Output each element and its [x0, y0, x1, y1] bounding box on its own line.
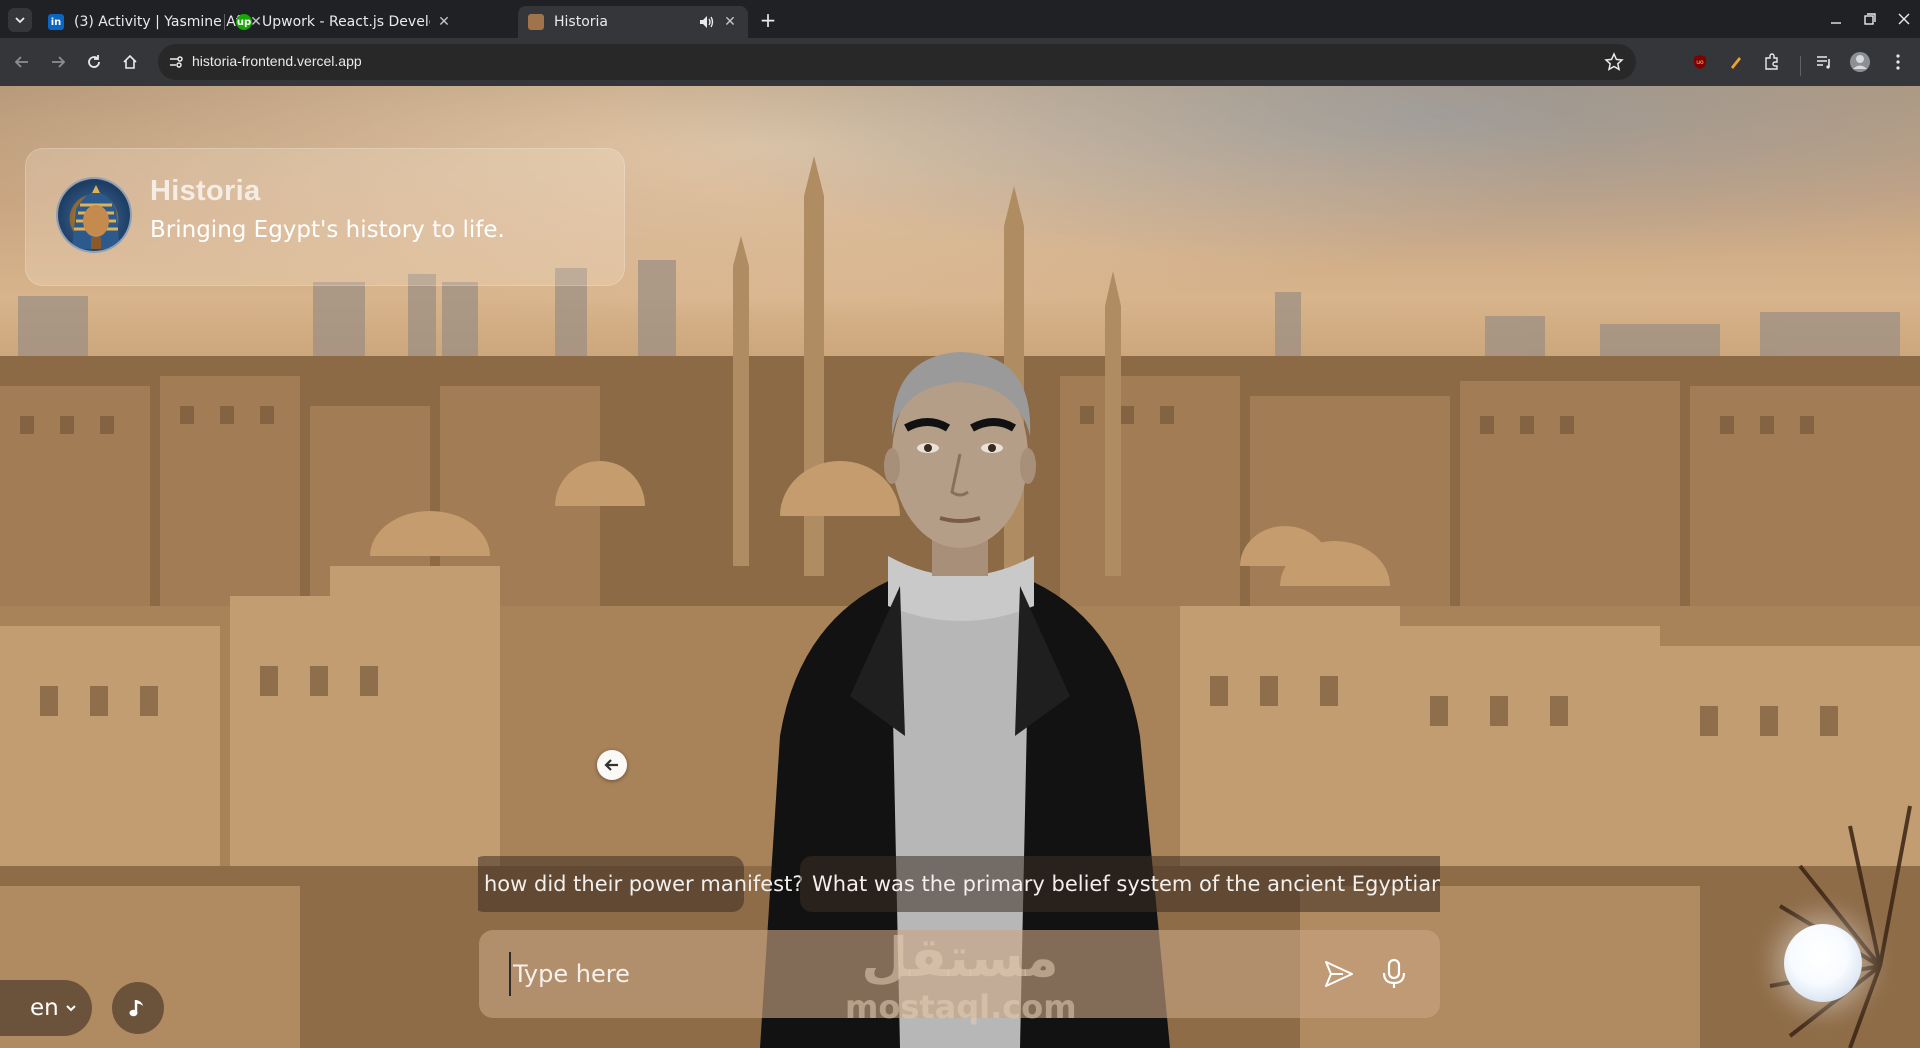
restore-icon — [1864, 13, 1876, 25]
arrow-right-icon — [52, 56, 66, 68]
arrow-left-icon — [14, 56, 28, 68]
profile-button[interactable] — [1848, 50, 1872, 74]
site-info-icon[interactable] — [168, 54, 184, 70]
chat-input[interactable] — [509, 952, 1289, 996]
home-button[interactable] — [118, 50, 142, 74]
address-bar[interactable]: historia-frontend.vercel.app — [158, 44, 1636, 80]
close-icon — [1898, 13, 1910, 25]
media-queue-icon — [1817, 56, 1830, 69]
extension-ublock-button[interactable]: uo — [1688, 50, 1712, 74]
mic-button[interactable] — [1374, 954, 1414, 994]
tab-title: (3) Activity | Yasmine Afi — [74, 14, 242, 30]
suggested-questions: how did their power manifest? What was t… — [478, 856, 1440, 912]
suggestion-chip[interactable]: how did their power manifest? — [478, 856, 803, 912]
puzzle-icon — [1765, 53, 1778, 70]
reload-button[interactable] — [82, 50, 106, 74]
assistant-orb-button[interactable] — [1784, 924, 1862, 1002]
suggestion-chip[interactable]: What was the primary belief system of th… — [800, 856, 1440, 912]
close-icon[interactable]: ✕ — [722, 14, 738, 30]
send-button[interactable] — [1319, 954, 1359, 994]
back-arrow-button[interactable] — [597, 750, 627, 780]
language-selector[interactable]: en — [0, 980, 92, 1036]
tab-upwork[interactable]: up Upwork - React.js Develo ✕ — [226, 6, 462, 38]
toolbar-separator — [1800, 56, 1801, 76]
url-text: historia-frontend.vercel.app — [192, 53, 362, 69]
music-note-icon — [129, 1000, 143, 1017]
brand-header: Historia Bringing Egypt's history to lif… — [25, 148, 625, 286]
microphone-icon — [1382, 958, 1406, 988]
chat-bar — [479, 930, 1440, 1018]
home-icon — [123, 54, 137, 69]
back-button[interactable] — [10, 50, 34, 74]
pen-icon — [1731, 57, 1741, 69]
historia-page: Historia Bringing Egypt's history to lif… — [0, 86, 1920, 1048]
minimize-icon — [1831, 22, 1841, 24]
kebab-menu-icon — [1896, 54, 1900, 70]
close-window-button[interactable] — [1890, 6, 1918, 32]
chevron-down-icon — [15, 17, 25, 24]
tab-search-button[interactable] — [8, 8, 32, 32]
extension-pen-button[interactable] — [1724, 50, 1748, 74]
historia-icon — [528, 14, 544, 30]
palm-plant-decoration — [1769, 805, 1912, 1048]
svg-text:uo: uo — [1696, 59, 1704, 66]
extensions-button[interactable] — [1760, 50, 1784, 74]
arrow-left-icon — [604, 759, 618, 771]
language-value: en — [30, 995, 59, 1021]
music-toggle-button[interactable] — [112, 982, 164, 1034]
tab-title: Upwork - React.js Develo — [262, 14, 430, 30]
browser-toolbar: historia-frontend.vercel.app uo — [0, 38, 1920, 86]
close-icon[interactable]: ✕ — [436, 14, 452, 30]
chevron-down-icon — [66, 1005, 76, 1012]
ublock-icon: uo — [1694, 55, 1706, 69]
upwork-icon: up — [236, 14, 252, 30]
brand-title: Historia — [150, 175, 261, 207]
pharaoh-logo — [56, 177, 132, 253]
browser-menu-button[interactable] — [1886, 50, 1910, 74]
send-icon — [1325, 961, 1353, 987]
new-tab-button[interactable]: + — [756, 9, 780, 33]
minimize-button[interactable] — [1822, 6, 1850, 32]
restore-button[interactable] — [1856, 6, 1884, 32]
brand-subtitle: Bringing Egypt's history to life. — [150, 217, 505, 243]
avatar-icon — [1850, 52, 1870, 72]
reload-icon — [88, 55, 100, 68]
reading-list-button[interactable] — [1812, 50, 1836, 74]
forward-button[interactable] — [46, 50, 70, 74]
audio-playing-icon[interactable] — [698, 14, 716, 30]
linkedin-icon: in — [48, 14, 64, 30]
tab-strip: in (3) Activity | Yasmine Afi ✕ up Upwor… — [0, 0, 1920, 38]
bookmark-star-icon[interactable] — [1604, 52, 1624, 72]
tab-title: Historia — [554, 14, 608, 30]
tab-separator — [224, 14, 225, 30]
tab-historia[interactable]: Historia ✕ — [518, 6, 748, 38]
